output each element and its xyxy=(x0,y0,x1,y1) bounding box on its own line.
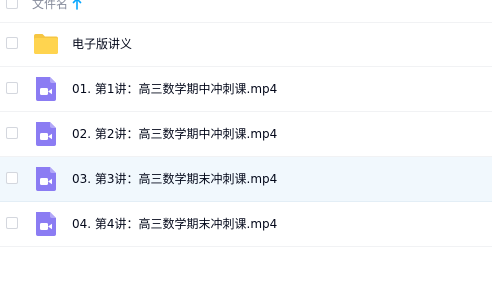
row-checkbox[interactable] xyxy=(6,217,18,229)
filename-column-header[interactable]: 文件名 xyxy=(32,0,68,12)
file-row-folder[interactable]: 电子版讲义 xyxy=(0,22,492,67)
file-name[interactable]: 02. 第2讲：高三数学期中冲刺课.mp4 xyxy=(72,126,277,142)
file-name[interactable]: 03. 第3讲：高三数学期末冲刺课.mp4 xyxy=(72,171,277,187)
file-row-video[interactable]: 02. 第2讲：高三数学期中冲刺课.mp4 xyxy=(0,112,492,157)
list-header: 文件名 xyxy=(0,0,492,23)
file-name[interactable]: 电子版讲义 xyxy=(72,36,132,52)
video-file-icon xyxy=(36,77,56,101)
row-checkbox[interactable] xyxy=(6,127,18,139)
file-name[interactable]: 01. 第1讲：高三数学期中冲刺课.mp4 xyxy=(72,81,277,97)
row-checkbox[interactable] xyxy=(6,82,18,94)
file-row-video[interactable]: 01. 第1讲：高三数学期中冲刺课.mp4 xyxy=(0,67,492,112)
row-checkbox[interactable] xyxy=(6,172,18,184)
file-row-video[interactable]: 04. 第4讲：高三数学期末冲刺课.mp4 xyxy=(0,202,492,247)
file-row-video-hovered[interactable]: 03. 第3讲：高三数学期末冲刺课.mp4 xyxy=(0,157,492,202)
video-file-icon xyxy=(36,122,56,146)
video-file-icon xyxy=(36,167,56,191)
file-name[interactable]: 04. 第4讲：高三数学期末冲刺课.mp4 xyxy=(72,216,277,232)
video-file-icon xyxy=(36,212,56,236)
select-all-checkbox[interactable] xyxy=(6,0,18,9)
file-list: 文件名 电子版讲义 01. 第1讲：高三数学期中冲刺课.mp4 02. 第2讲：… xyxy=(0,0,492,304)
row-checkbox[interactable] xyxy=(6,37,18,49)
arrow-up-icon[interactable] xyxy=(72,0,82,10)
folder-icon xyxy=(34,34,58,54)
